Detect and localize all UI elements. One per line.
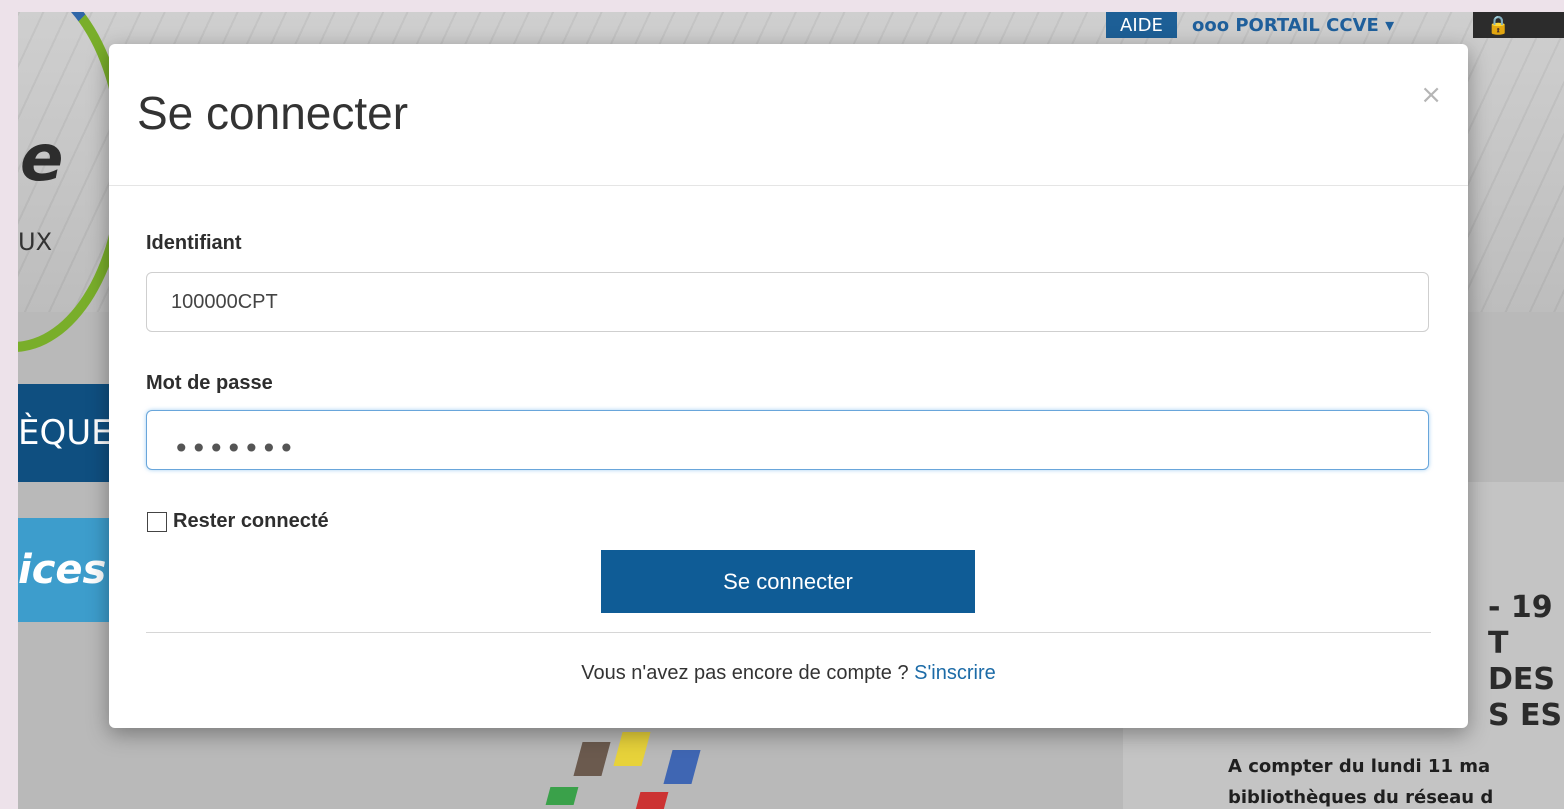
identifiant-label: Identifiant	[146, 232, 242, 254]
news-body-line1: A compter du lundi 11 ma	[1228, 756, 1491, 777]
news-body: A compter du lundi 11 ma bibliothèques d…	[1228, 752, 1564, 809]
identifiant-input[interactable]	[146, 272, 1429, 332]
modal-header: Se connecter ×	[109, 44, 1468, 186]
logo-letter: e	[20, 122, 64, 196]
news-title: - 19 : T DES S ES	[1488, 590, 1564, 733]
book-icon	[545, 787, 579, 805]
signup-link[interactable]: S'inscrire	[914, 662, 996, 684]
login-modal: Se connecter × Identifiant Mot de passe …	[109, 44, 1468, 728]
books-illustration	[508, 732, 758, 809]
login-button[interactable]: Se connecter	[601, 550, 975, 613]
logo-text: UX	[18, 228, 53, 256]
modal-title: Se connecter	[137, 87, 409, 139]
book-icon	[663, 750, 701, 784]
book-icon	[573, 742, 611, 776]
nav-portail[interactable]: ooo PORTAIL CCVE ▾	[1178, 12, 1408, 38]
book-icon	[613, 732, 651, 766]
book-icon	[635, 792, 669, 809]
remember-me[interactable]: Rester connecté	[147, 510, 329, 533]
remember-label: Rester connecté	[173, 510, 329, 532]
password-label: Mot de passe	[146, 372, 273, 394]
nav-aide[interactable]: AIDE	[1106, 12, 1177, 38]
remember-checkbox[interactable]	[147, 511, 167, 532]
divider	[146, 632, 1431, 633]
lock-icon[interactable]: 🔒	[1473, 12, 1564, 38]
signup-text: Vous n'avez pas encore de compte ?	[581, 662, 915, 684]
news-body-line2: bibliothèques du réseau d	[1228, 786, 1494, 808]
password-input[interactable]	[146, 410, 1429, 470]
nav-bibliotheque[interactable]: ÈQUE	[18, 384, 113, 482]
close-icon[interactable]: ×	[1420, 82, 1442, 108]
services-banner[interactable]: ices	[18, 518, 110, 622]
signup-row: Vous n'avez pas encore de compte ? S'ins…	[109, 662, 1468, 685]
